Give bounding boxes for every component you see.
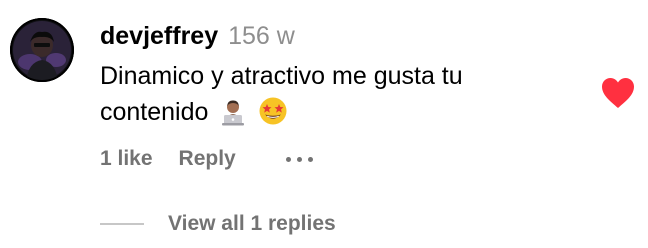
view-replies-link[interactable]: View all 1 replies (168, 212, 336, 236)
heart-icon[interactable] (600, 76, 636, 110)
comment-actions: 1 like Reply (100, 144, 315, 174)
comment-text: Dinamico y atractivo me gusta tu conteni… (100, 58, 570, 136)
comment: devjeffrey 156 w Dinamico y atractivo me… (0, 0, 648, 248)
dot (296, 156, 302, 162)
avatar-image (10, 18, 74, 82)
dot (285, 156, 291, 162)
reply-button[interactable]: Reply (179, 147, 236, 171)
view-replies-row: View all 1 replies (100, 212, 336, 236)
technologist-emoji (219, 98, 247, 136)
dot (307, 156, 313, 162)
more-horizontal-icon[interactable] (284, 153, 315, 166)
comment-header: devjeffrey 156 w (100, 22, 295, 56)
replies-divider (100, 223, 144, 225)
avatar[interactable] (10, 18, 74, 82)
username[interactable]: devjeffrey (100, 22, 218, 51)
timestamp: 156 w (228, 22, 295, 50)
likes-count[interactable]: 1 like (100, 147, 153, 171)
star-struck-emoji (258, 96, 288, 136)
